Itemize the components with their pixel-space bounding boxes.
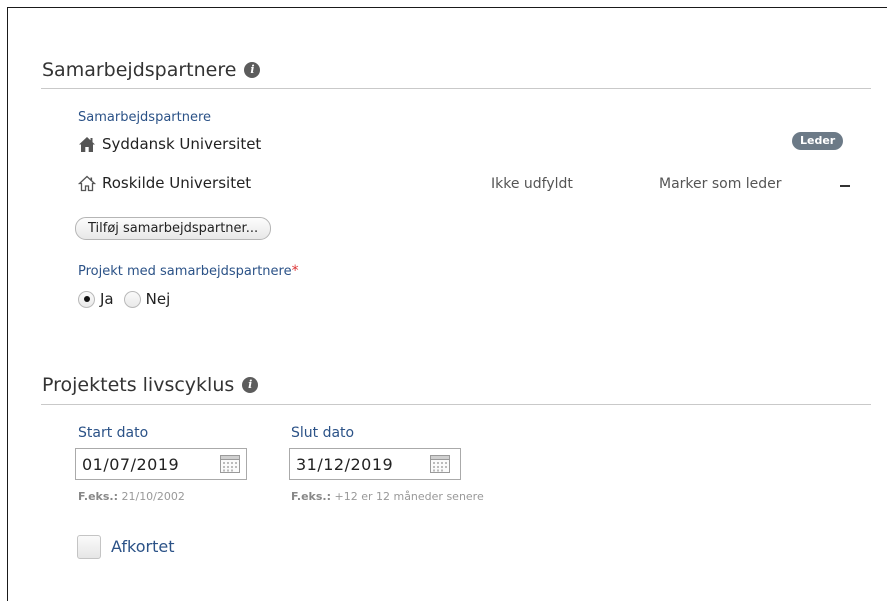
add-partner-button[interactable]: Tilføj samarbejdspartner... <box>75 217 272 240</box>
start-date-field[interactable]: 01/07/2019 <box>75 448 247 480</box>
partner-row-syddansk: Syddansk Universitet <box>78 135 261 153</box>
with-partners-label: Projekt med samarbejdspartnere* <box>78 263 299 279</box>
home-icon <box>79 136 95 152</box>
radio-nej[interactable] <box>123 290 141 308</box>
mark-as-leader-link[interactable]: Marker som leder <box>659 176 782 192</box>
partners-field-label: Samarbejdspartnere <box>78 110 212 125</box>
remove-partner-button[interactable] <box>840 185 850 187</box>
radio-ja-label[interactable]: Ja <box>100 290 114 308</box>
shortened-label[interactable]: Afkortet <box>111 537 174 556</box>
start-date-label: Start dato <box>78 425 149 441</box>
section-title-text: Samarbejdspartnere <box>42 59 237 81</box>
partner-row-roskilde: Roskilde Universitet <box>78 174 251 192</box>
radio-nej-label[interactable]: Nej <box>146 290 171 308</box>
required-asterisk: * <box>291 263 299 279</box>
info-icon[interactable]: i <box>244 62 261 78</box>
shortened-checkbox[interactable] <box>77 535 101 559</box>
start-date-hint: F.eks.: 21/10/2002 <box>78 490 185 503</box>
with-partners-label-text: Projekt med samarbejdspartnere <box>78 264 292 279</box>
end-date-hint: F.eks.: +12 er 12 måneder senere <box>291 490 484 503</box>
section-divider <box>41 404 871 405</box>
partner-name: Roskilde Universitet <box>102 174 252 192</box>
calendar-icon[interactable] <box>430 455 450 473</box>
radio-selected-dot <box>83 296 90 302</box>
with-partners-radio-group: Ja Nej <box>78 290 170 308</box>
section-title-partners: Samarbejdspartnere i <box>42 59 261 81</box>
section-divider <box>41 88 871 89</box>
info-icon[interactable]: i <box>242 377 259 393</box>
home-outline-icon <box>78 175 96 191</box>
hint-text: +12 er 12 måneder senere <box>334 490 484 503</box>
calendar-icon[interactable] <box>220 455 240 473</box>
end-date-value: 31/12/2019 <box>296 454 394 474</box>
start-date-value: 01/07/2019 <box>82 454 180 474</box>
form-panel: Samarbejdspartnere i Samarbejdspartnere … <box>7 7 887 601</box>
section-title-lifecycle: Projektets livscyklus i <box>42 374 259 396</box>
partner-name: Syddansk Universitet <box>102 135 262 153</box>
partner-status: Ikke udfyldt <box>491 176 573 192</box>
section-title-text: Projektets livscyklus <box>42 374 235 396</box>
leader-badge: Leder <box>792 132 844 150</box>
end-date-field[interactable]: 31/12/2019 <box>289 448 461 480</box>
hint-prefix: F.eks.: <box>291 490 331 503</box>
hint-text: 21/10/2002 <box>121 490 185 503</box>
end-date-label: Slut dato <box>291 425 355 441</box>
hint-prefix: F.eks.: <box>78 490 118 503</box>
radio-ja[interactable] <box>78 290 95 308</box>
